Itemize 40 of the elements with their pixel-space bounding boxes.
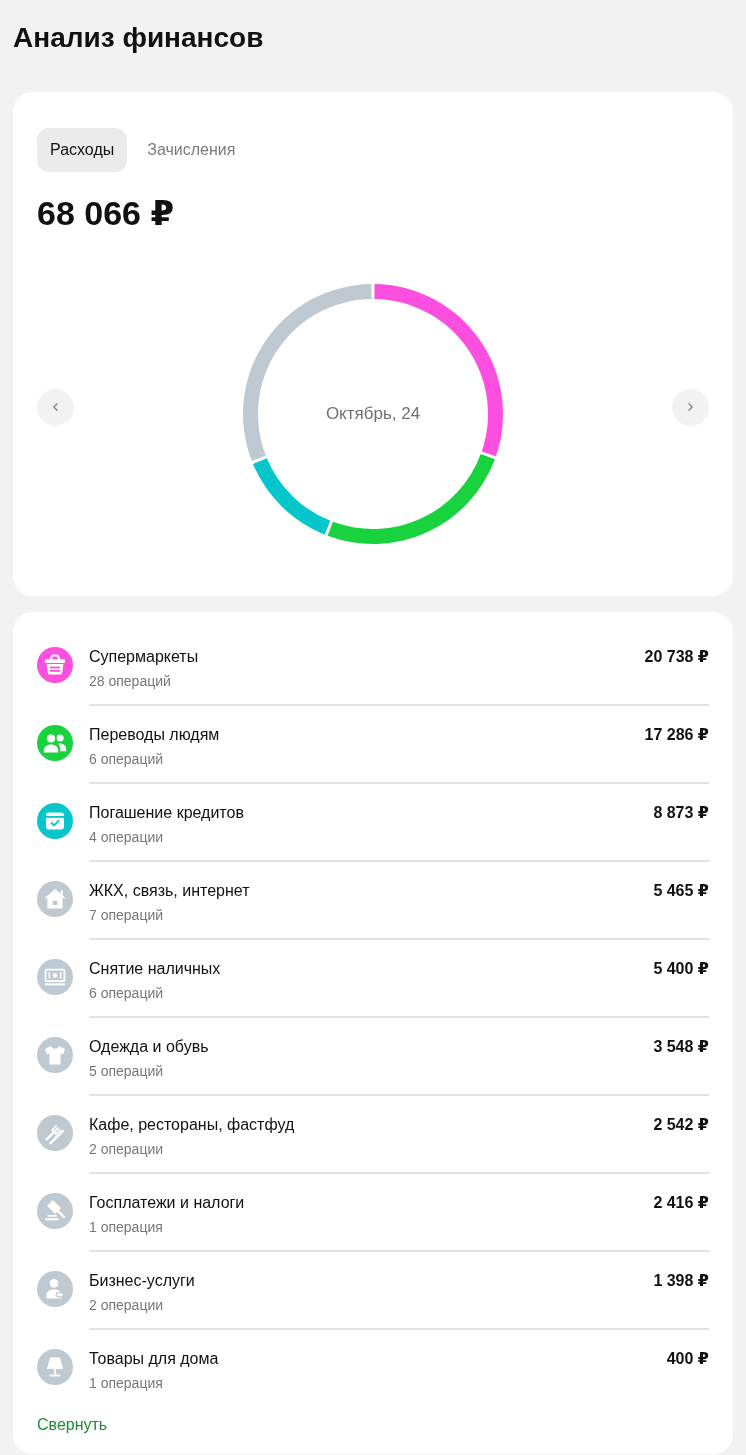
operations-count: 2 операции (89, 1140, 165, 1159)
category-amount: 2 542 ₽ (653, 1115, 709, 1135)
category-amount: 5 400 ₽ (653, 959, 709, 979)
category-amount: 17 286 ₽ (644, 725, 709, 745)
category-name: Переводы людям (89, 725, 220, 745)
category-amount: 8 873 ₽ (653, 803, 709, 823)
previous-period-button[interactable] (37, 388, 74, 426)
page-title: Анализ финансов (13, 21, 265, 55)
category-name: Кафе, рестораны, фастфуд (89, 1115, 295, 1135)
category-name: ЖКХ, связь, интернет (89, 881, 250, 901)
next-period-button[interactable] (672, 388, 709, 426)
tab[interactable]: Расходы (37, 128, 128, 172)
category-name: Супермаркеты (89, 647, 199, 667)
collapse-link[interactable]: Свернуть (37, 1414, 108, 1436)
category-amount: 1 398 ₽ (653, 1271, 709, 1291)
category-amount: 400 ₽ (666, 1349, 709, 1369)
category-name: Снятие наличных (89, 959, 221, 979)
category-amount: 20 738 ₽ (644, 647, 709, 667)
category-name: Бизнес-услуги (89, 1271, 195, 1291)
operations-count: 1 операция (89, 1374, 164, 1393)
category-amount: 3 548 ₽ (653, 1037, 709, 1057)
category-name: Товары для дома (89, 1349, 219, 1369)
chevron-left-icon (53, 403, 58, 411)
chevron-right-icon (688, 403, 693, 411)
operations-count: 5 операций (89, 1062, 165, 1081)
total-amount: 68 066 ₽ (37, 193, 176, 233)
period-label: Октябрь, 24 (325, 403, 421, 425)
operations-count: 6 операций (89, 984, 165, 1003)
operations-count: 6 операций (89, 750, 165, 769)
tab[interactable]: Зачисления (134, 128, 249, 172)
operations-count: 4 операции (89, 828, 165, 847)
category-name: Одежда и обувь (89, 1037, 209, 1057)
category-amount: 5 465 ₽ (653, 881, 709, 901)
operations-count: 2 операции (89, 1296, 165, 1315)
category-amount: 2 416 ₽ (653, 1193, 709, 1213)
operations-count: 7 операций (89, 906, 165, 925)
category-name: Госплатежи и налоги (89, 1193, 245, 1213)
operations-count: 28 операций (89, 672, 172, 691)
operations-count: 1 операция (89, 1218, 164, 1237)
category-name: Погашение кредитов (89, 803, 244, 823)
